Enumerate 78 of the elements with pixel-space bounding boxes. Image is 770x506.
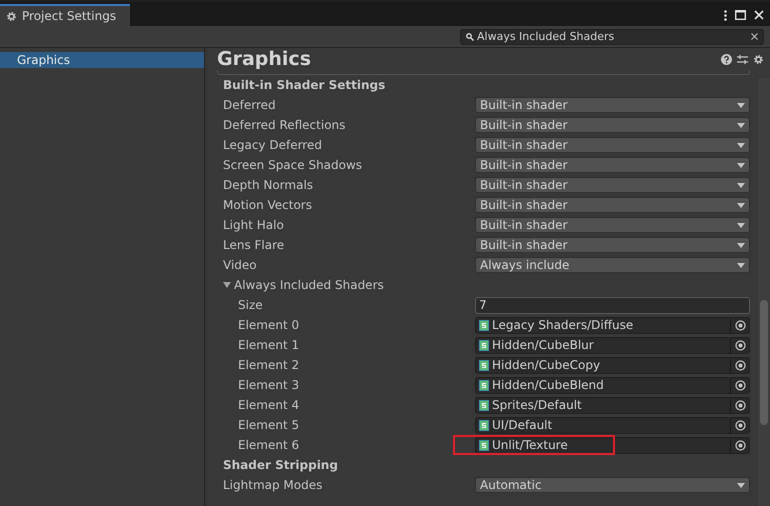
field-label: Deferred Reflections — [223, 118, 346, 132]
field-label: Size — [238, 298, 263, 312]
caret-icon — [737, 182, 745, 188]
field-label: Element 5 — [238, 418, 300, 432]
dropdown[interactable]: Automatic — [475, 477, 750, 493]
field-label: Element 6 — [238, 438, 300, 452]
shader-icon — [479, 440, 489, 450]
search-field[interactable]: Always Included Shaders — [460, 28, 764, 44]
dropdown[interactable]: Always include — [475, 257, 750, 273]
object-picker-icon[interactable] — [734, 380, 746, 390]
object-picker-icon[interactable] — [734, 360, 746, 370]
scrollbar[interactable] — [758, 78, 770, 506]
dropdown[interactable]: Built-in shader — [475, 197, 750, 213]
shader-icon — [479, 320, 489, 330]
dropdown[interactable]: Built-in shader — [475, 117, 750, 133]
settings-icon[interactable] — [753, 54, 764, 64]
caret-icon — [737, 102, 745, 108]
object-field[interactable]: Legacy Shaders/Diffuse — [475, 316, 750, 334]
sliders-icon[interactable] — [737, 54, 748, 64]
object-field[interactable]: Hidden/CubeBlend — [475, 376, 750, 394]
window-tab[interactable]: Project Settings — [0, 4, 130, 26]
size-field[interactable]: 7 — [475, 296, 750, 314]
field-label: Element 3 — [238, 378, 300, 392]
field-label: Deferred — [223, 98, 276, 112]
shader-icon — [479, 400, 489, 410]
field-label: Lens Flare — [223, 238, 284, 252]
object-picker-icon[interactable] — [734, 340, 746, 350]
object-field[interactable]: Sprites/Default — [475, 396, 750, 414]
clear-icon[interactable] — [751, 33, 758, 40]
caret-icon — [737, 262, 745, 268]
field-label: Video — [223, 258, 257, 272]
field-label: Element 0 — [238, 318, 300, 332]
caret-icon — [737, 122, 745, 128]
caret-icon — [737, 142, 745, 148]
object-field[interactable]: UI/Default — [475, 416, 750, 434]
object-field[interactable]: Unlit/Texture — [475, 436, 750, 454]
object-picker-icon[interactable] — [734, 400, 746, 410]
search-icon — [466, 32, 474, 40]
maximize-icon[interactable] — [735, 10, 746, 20]
shader-icon — [479, 360, 489, 370]
panel-title: Graphics — [217, 48, 311, 70]
object-picker-icon[interactable] — [734, 440, 746, 450]
field-label: Motion Vectors — [223, 198, 312, 212]
field-label: Screen Space Shadows — [223, 158, 362, 172]
object-picker-icon[interactable] — [734, 320, 746, 330]
caret-icon — [737, 222, 745, 228]
dropdown[interactable]: Built-in shader — [475, 157, 750, 173]
shader-icon — [479, 420, 489, 430]
field-label: Element 1 — [238, 338, 300, 352]
sidebar-item[interactable]: Graphics — [0, 52, 204, 68]
caret-icon — [737, 162, 745, 168]
field-label: Depth Normals — [223, 178, 314, 192]
gear-icon — [6, 10, 17, 22]
caret-icon — [737, 202, 745, 208]
object-picker-icon[interactable] — [734, 420, 746, 430]
triangle-icon — [223, 281, 231, 289]
object-field[interactable]: Hidden/CubeCopy — [475, 356, 750, 374]
shader-icon — [479, 340, 489, 350]
field-label: Lightmap Modes — [223, 478, 322, 492]
section-header: Built-in Shader Settings — [223, 78, 386, 92]
help-icon[interactable] — [721, 54, 732, 64]
section-header: Shader Stripping — [223, 458, 338, 472]
field-label: Element 4 — [238, 398, 300, 412]
dropdown[interactable]: Built-in shader — [475, 137, 750, 153]
foldout[interactable]: Always Included Shaders — [223, 278, 384, 292]
more-icon[interactable] — [724, 10, 727, 20]
object-field[interactable]: Hidden/CubeBlur — [475, 336, 750, 354]
dropdown[interactable]: Built-in shader — [475, 97, 750, 113]
dropdown[interactable]: Built-in shader — [475, 217, 750, 233]
shader-icon — [479, 380, 489, 390]
field-label: Light Halo — [223, 218, 284, 232]
dropdown[interactable]: Built-in shader — [475, 237, 750, 253]
field-label: Legacy Deferred — [223, 138, 322, 152]
dropdown[interactable]: Built-in shader — [475, 177, 750, 193]
caret-icon — [737, 482, 745, 488]
caret-icon — [737, 242, 745, 248]
close-icon[interactable] — [754, 10, 764, 20]
field-label: Element 2 — [238, 358, 300, 372]
